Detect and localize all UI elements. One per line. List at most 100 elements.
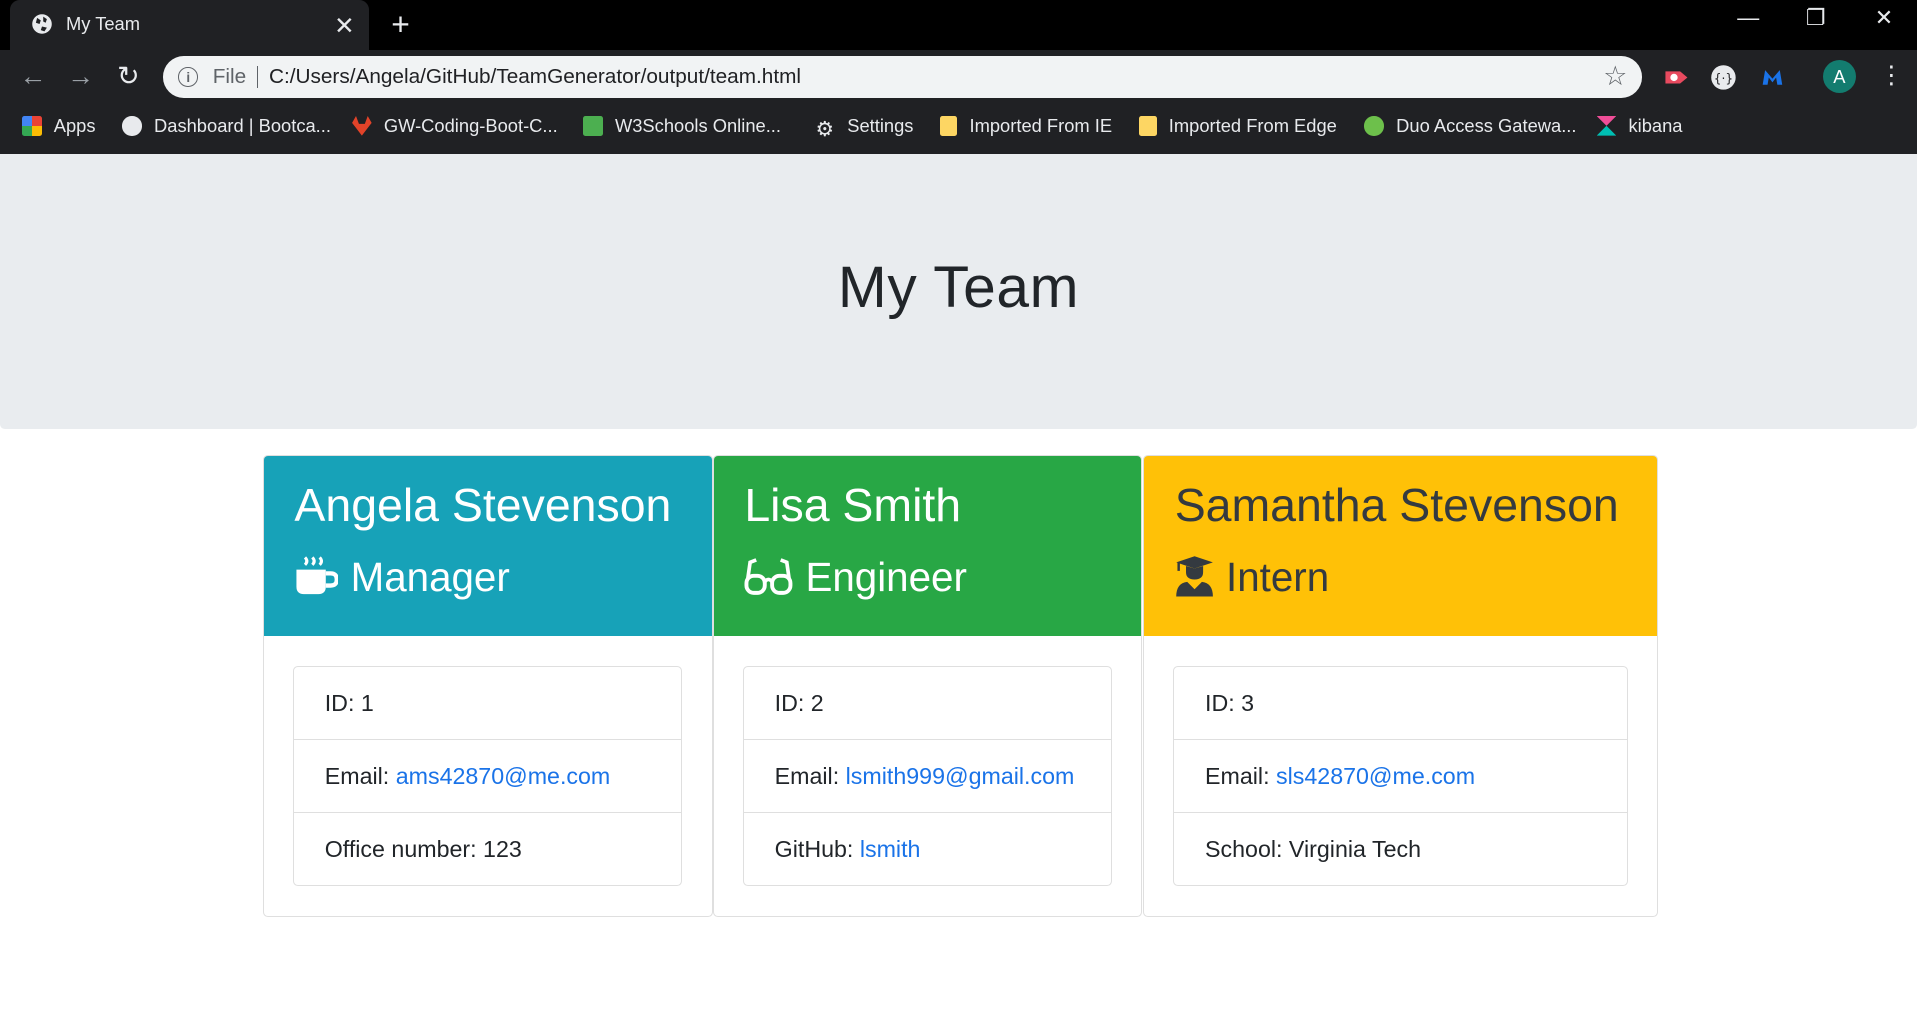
list-item-id: ID: 1 xyxy=(294,667,682,741)
bookmark-dashboard[interactable]: Dashboard | Bootca... xyxy=(122,115,331,137)
extension-brackets-icon[interactable]: {·} xyxy=(1710,64,1737,91)
new-tab-icon[interactable]: + xyxy=(391,7,410,41)
card-header: Samantha Stevenson Intern xyxy=(1144,455,1657,636)
info-icon[interactable]: i xyxy=(178,67,199,87)
bookmark-folder-ie[interactable]: Imported From IE xyxy=(940,115,1112,137)
close-tab-icon[interactable]: ✕ xyxy=(334,11,354,41)
id-value: 2 xyxy=(810,690,824,717)
address-separator xyxy=(256,66,258,88)
email-label: Email: xyxy=(1205,763,1276,790)
url-text[interactable]: C:/Users/Angela/GitHub/TeamGenerator/out… xyxy=(269,65,801,89)
list-item-github: GitHub: lsmith xyxy=(744,813,1110,885)
card-header: Angela Stevenson Manager xyxy=(263,455,712,636)
office-value: 123 xyxy=(483,836,522,863)
list-item-office: Office number: 123 xyxy=(294,813,681,885)
close-window-icon[interactable]: ✕ xyxy=(1856,5,1912,31)
id-value: 3 xyxy=(1241,690,1255,717)
graduate-icon xyxy=(1175,556,1213,597)
member-role: Manager xyxy=(294,553,510,601)
list-item-school: School: Virginia Tech xyxy=(1174,813,1626,885)
bookmarks-bar: Apps Dashboard | Bootca... GW-Coding-Boo… xyxy=(0,103,1917,155)
list-item-id: ID: 3 xyxy=(1174,667,1627,741)
forward-arrow-icon[interactable]: → xyxy=(65,61,97,93)
school-value: Virginia Tech xyxy=(1288,836,1422,863)
apps-grid-icon xyxy=(22,116,42,136)
info-list: ID: 2 Email: lsmith999@gmail.com GitHub:… xyxy=(743,666,1112,887)
globe-icon xyxy=(122,116,142,136)
browser-title-bar: My Team ✕ + — ❐ ✕ xyxy=(0,0,1917,51)
member-role: Intern xyxy=(1175,554,1329,601)
tab-title: My Team xyxy=(66,13,141,35)
page-header: My Team xyxy=(0,154,1917,430)
info-list: ID: 1 Email: ams42870@me.com Office numb… xyxy=(293,666,683,887)
info-list: ID: 3 Email: sls42870@me.com School: Vir… xyxy=(1173,666,1628,887)
id-value: 1 xyxy=(360,690,374,717)
bookmark-kibana[interactable]: kibana xyxy=(1596,114,1683,137)
id-label: ID: xyxy=(324,690,361,717)
role-label: Intern xyxy=(1226,553,1330,600)
member-name: Angela Stevenson xyxy=(294,478,672,531)
github-label: GitHub: xyxy=(774,836,860,863)
star-icon[interactable]: ☆ xyxy=(1603,61,1627,92)
bookmark-label: GW-Coding-Boot-C... xyxy=(383,114,558,136)
duo-icon xyxy=(1364,116,1384,136)
bookmark-label: Settings xyxy=(847,114,914,136)
gitlab-fox-icon xyxy=(352,116,372,136)
bookmark-folder-edge[interactable]: Imported From Edge xyxy=(1139,114,1337,137)
bookmark-label: W3Schools Online... xyxy=(614,114,781,136)
email-link[interactable]: lsmith999@gmail.com xyxy=(846,763,1075,789)
team-card-manager: Angela Stevenson Manager ID: 1 Email: am… xyxy=(262,454,713,917)
list-item-email: Email: lsmith999@gmail.com xyxy=(744,740,1111,814)
extension-record-icon[interactable] xyxy=(1663,64,1690,91)
bookmark-label: Imported From IE xyxy=(969,114,1113,136)
id-label: ID: xyxy=(1205,690,1242,717)
globe-icon xyxy=(31,14,52,35)
bookmark-label: kibana xyxy=(1628,114,1683,136)
team-card-engineer: Lisa Smith Engineer ID: 2 Email: lsmith9… xyxy=(712,454,1142,917)
address-bar[interactable]: i File C:/Users/Angela/GitHub/TeamGenera… xyxy=(162,56,1642,98)
reload-icon[interactable]: ↻ xyxy=(112,61,144,93)
mug-icon xyxy=(296,556,339,595)
role-label: Engineer xyxy=(805,553,967,600)
bookmark-label: Duo Access Gatewa... xyxy=(1396,114,1577,136)
scheme-label: File xyxy=(212,64,247,88)
minimize-icon[interactable]: — xyxy=(1720,5,1776,31)
bookmark-label: Dashboard | Bootca... xyxy=(154,114,331,136)
glasses-icon xyxy=(744,558,793,595)
profile-avatar[interactable]: A xyxy=(1822,59,1856,93)
email-link[interactable]: ams42870@me.com xyxy=(396,763,611,789)
bookmark-w3schools[interactable]: W3Schools Online... xyxy=(583,115,781,137)
github-link[interactable]: lsmith xyxy=(860,836,921,862)
team-card-intern: Samantha Stevenson Intern ID: 3 Email: s… xyxy=(1143,454,1658,917)
page-title: My Team xyxy=(837,255,1080,321)
bookmark-label: Imported From Edge xyxy=(1168,114,1337,136)
w3schools-icon xyxy=(583,116,603,136)
more-menu-icon[interactable]: ⋮ xyxy=(1879,60,1903,92)
back-arrow-icon[interactable]: ← xyxy=(17,61,49,93)
bookmark-gitlab[interactable]: GW-Coding-Boot-C... xyxy=(352,115,558,137)
bookmark-label: Apps xyxy=(53,114,96,136)
gear-icon: ⚙ xyxy=(815,117,835,141)
office-label: Office number: xyxy=(324,836,484,863)
extension-malwarebytes-icon[interactable] xyxy=(1759,64,1786,91)
svg-text:{·}: {·} xyxy=(1714,71,1733,85)
email-label: Email: xyxy=(774,763,846,790)
member-name: Lisa Smith xyxy=(744,478,962,531)
kibana-icon xyxy=(1596,116,1617,136)
id-label: ID: xyxy=(774,690,811,717)
bookmark-settings[interactable]: ⚙ Settings xyxy=(815,114,914,141)
member-name: Samantha Stevenson xyxy=(1174,478,1619,531)
browser-toolbar: ← → ↻ i File C:/Users/Angela/GitHub/Team… xyxy=(0,50,1917,104)
email-label: Email: xyxy=(324,763,396,790)
member-role: Engineer xyxy=(744,554,967,601)
list-item-id: ID: 2 xyxy=(744,667,1111,741)
folder-icon xyxy=(1139,116,1157,136)
restore-icon[interactable]: ❐ xyxy=(1787,5,1843,31)
bookmark-apps[interactable]: Apps xyxy=(22,115,96,137)
folder-icon xyxy=(940,116,958,136)
browser-tab[interactable]: My Team ✕ xyxy=(9,0,370,51)
role-label: Manager xyxy=(350,553,510,600)
bookmark-duo[interactable]: Duo Access Gatewa... xyxy=(1364,115,1576,137)
email-link[interactable]: sls42870@me.com xyxy=(1276,763,1475,789)
school-label: School: xyxy=(1205,836,1289,863)
